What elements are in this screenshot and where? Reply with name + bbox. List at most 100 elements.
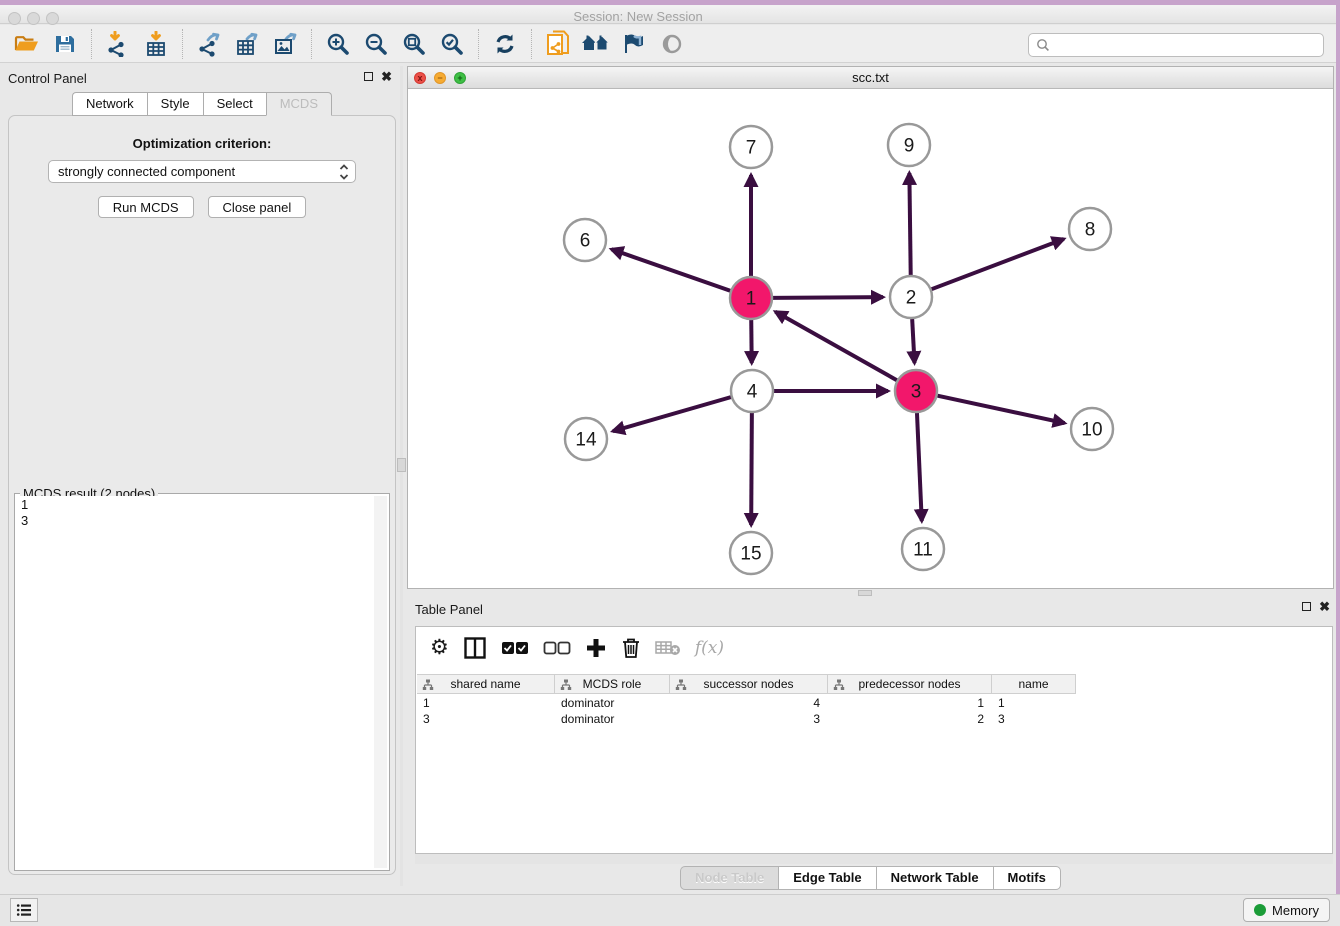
status-bar: Memory <box>0 894 1340 926</box>
table-cell[interactable]: 3 <box>670 711 828 727</box>
zoom-fit-icon[interactable] <box>395 28 433 60</box>
main-toolbar <box>0 25 1336 63</box>
edge-2-8[interactable] <box>932 239 1064 289</box>
add-column-icon[interactable] <box>585 633 607 663</box>
vertical-splitter-handle[interactable] <box>397 458 406 472</box>
show-columns-icon[interactable] <box>463 633 487 663</box>
task-history-button[interactable] <box>10 898 38 922</box>
mcds-result-list[interactable]: 1 3 <box>17 496 373 868</box>
edge-1-2[interactable] <box>773 297 883 298</box>
optimization-criterion-value: strongly connected component <box>58 164 235 179</box>
search-field[interactable] <box>1028 33 1324 57</box>
table-cell[interactable]: dominator <box>555 695 670 711</box>
table-toolbar: ⚙ <box>416 627 1332 669</box>
graph-node-label: 14 <box>575 430 597 451</box>
select-all-icon[interactable] <box>501 633 529 663</box>
close-panel-icon[interactable]: ✖ <box>381 72 392 81</box>
export-table-icon[interactable] <box>228 28 266 60</box>
delete-table-icon-disabled <box>655 633 681 663</box>
mcds-tab-panel: Optimization criterion: strongly connect… <box>8 115 396 875</box>
network-view-window: x − + scc.txt 1234678910111415 <box>407 66 1334 589</box>
edge-2-3[interactable] <box>912 319 914 363</box>
table-cell[interactable]: 4 <box>670 695 828 711</box>
table-cell[interactable]: 3 <box>992 711 1076 727</box>
table-settings-gear-icon[interactable]: ⚙ <box>430 633 449 663</box>
hide-flag-icon[interactable] <box>615 28 653 60</box>
network-canvas[interactable]: 1234678910111415 <box>408 89 1333 588</box>
mcds-result-scrollbar[interactable] <box>374 496 387 868</box>
vertical-splitter[interactable] <box>400 66 403 886</box>
edge-3-1[interactable] <box>775 312 896 380</box>
edge-4-14[interactable] <box>613 397 731 431</box>
import-network-icon[interactable] <box>99 28 137 60</box>
table-scrollbar-track[interactable] <box>415 854 1333 864</box>
graph-node-label: 1 <box>746 289 757 310</box>
table-cell[interactable]: 2 <box>828 711 992 727</box>
edge-2-9[interactable] <box>909 173 910 275</box>
graph-node-label: 6 <box>580 231 591 252</box>
control-panel-tab-mcds[interactable]: MCDS <box>266 92 332 116</box>
table-float-panel-icon[interactable] <box>1302 602 1311 611</box>
export-image-icon[interactable] <box>266 28 304 60</box>
memory-button[interactable]: Memory <box>1243 898 1330 922</box>
table-row[interactable]: 1dominator411 <box>417 695 1076 711</box>
network-window-titlebar[interactable]: x − + scc.txt <box>408 67 1333 89</box>
optimization-criterion-label: Optimization criterion: <box>9 136 395 151</box>
control-panel-tab-style[interactable]: Style <box>147 92 203 116</box>
refresh-layout-icon[interactable] <box>486 28 524 60</box>
graph-node-label: 3 <box>911 382 922 403</box>
home-icon[interactable] <box>577 28 615 60</box>
table-close-panel-icon[interactable]: ✖ <box>1319 602 1330 611</box>
table-cell[interactable]: 1 <box>992 695 1076 711</box>
apply-function-icon-disabled: f(x) <box>695 633 724 663</box>
import-table-icon[interactable] <box>137 28 175 60</box>
select-stepper-icon <box>339 163 349 181</box>
graph-node-label: 8 <box>1085 220 1096 241</box>
export-network-icon[interactable] <box>190 28 228 60</box>
table-header-row: shared nameMCDS rolesuccessor nodesprede… <box>417 674 1076 694</box>
column-header-successor-nodes[interactable]: successor nodes <box>670 675 828 693</box>
column-header-MCDS-role[interactable]: MCDS role <box>555 675 670 693</box>
table-row[interactable]: 3dominator323 <box>417 711 1076 727</box>
optimization-criterion-select[interactable]: strongly connected component <box>48 160 356 183</box>
edge-1-6[interactable] <box>611 249 730 291</box>
deselect-all-icon[interactable] <box>543 633 571 663</box>
graph-node-label: 7 <box>746 138 757 159</box>
zoom-selected-icon[interactable] <box>433 28 471 60</box>
table-cell[interactable]: 1 <box>417 695 555 711</box>
eye-icon[interactable] <box>653 28 691 60</box>
control-panel-title: Control Panel <box>8 71 87 86</box>
edge-3-11[interactable] <box>917 413 922 521</box>
table-panel-title: Table Panel <box>415 602 483 617</box>
table-cell[interactable]: dominator <box>555 711 670 727</box>
table-cell[interactable]: 3 <box>417 711 555 727</box>
zoom-in-icon[interactable] <box>319 28 357 60</box>
search-input[interactable] <box>1051 36 1323 54</box>
table-tab-edge-table[interactable]: Edge Table <box>778 866 875 890</box>
delete-column-icon[interactable] <box>621 633 641 663</box>
column-header-name[interactable]: name <box>992 675 1076 693</box>
close-panel-button[interactable]: Close panel <box>208 196 307 218</box>
run-mcds-button[interactable]: Run MCDS <box>98 196 194 218</box>
zoom-out-icon[interactable] <box>357 28 395 60</box>
column-header-shared-name[interactable]: shared name <box>417 675 555 693</box>
table-tab-motifs[interactable]: Motifs <box>993 866 1061 890</box>
edge-3-10[interactable] <box>938 396 1065 423</box>
column-header-predecessor-nodes[interactable]: predecessor nodes <box>828 675 992 693</box>
open-session-icon[interactable] <box>8 28 46 60</box>
float-panel-icon[interactable] <box>364 72 373 81</box>
table-tab-node-table[interactable]: Node Table <box>680 866 778 890</box>
control-panel-tab-network[interactable]: Network <box>72 92 147 116</box>
graph-node-label: 9 <box>904 136 915 157</box>
control-panel-tab-select[interactable]: Select <box>203 92 266 116</box>
mcds-result-group: MCDS result (2 nodes) 1 3 <box>14 493 390 871</box>
table-tab-network-table[interactable]: Network Table <box>876 866 993 890</box>
list-icon <box>16 903 32 917</box>
app-title: Session: New Session <box>0 9 1276 24</box>
app-titlebar: Session: New Session <box>0 5 1336 24</box>
clone-network-icon[interactable] <box>539 28 577 60</box>
edge-4-15[interactable] <box>751 413 752 525</box>
save-session-icon[interactable] <box>46 28 84 60</box>
table-cell[interactable]: 1 <box>828 695 992 711</box>
search-icon <box>1035 37 1051 53</box>
